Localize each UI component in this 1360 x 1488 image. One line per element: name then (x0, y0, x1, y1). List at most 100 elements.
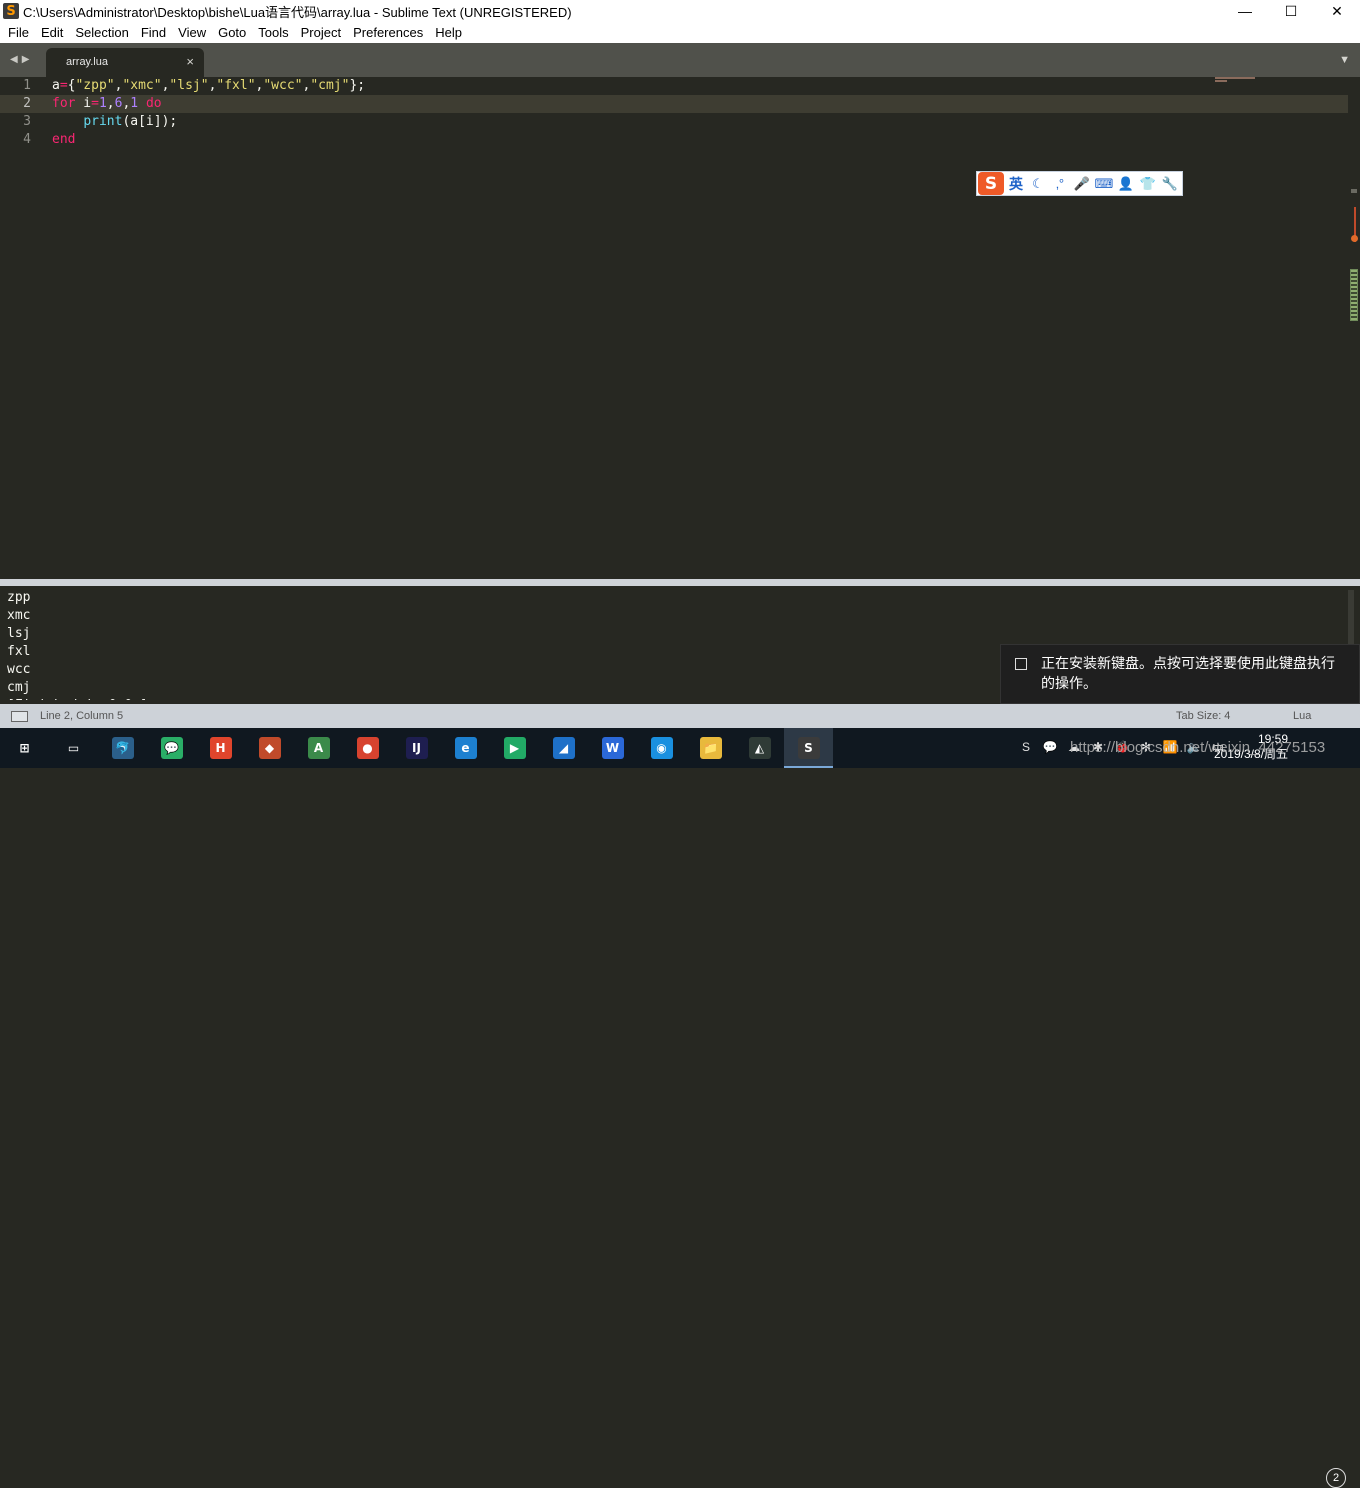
code-token: "fxl" (216, 78, 256, 93)
taskbar-slot[interactable]: ▭ (49, 728, 98, 768)
taskbar-slot[interactable]: 💬 (147, 728, 196, 768)
code-text[interactable]: end (52, 131, 75, 149)
taskbar-slot[interactable]: ◢ (539, 728, 588, 768)
code-token: a (52, 78, 60, 93)
watermark-text: https://blog.csdn.net/weixin_44275153 (1070, 739, 1326, 756)
code-token: end (52, 132, 76, 147)
sogou-logo-icon[interactable]: S (978, 172, 1004, 195)
menu-bar: File Edit Selection Find View Goto Tools… (0, 22, 1360, 43)
console-output-line: lsj (7, 626, 31, 641)
console-output-line: xmc (7, 608, 31, 623)
editor-scrollbar[interactable] (1348, 77, 1360, 579)
tab-array-lua[interactable]: array.lua × (46, 48, 204, 77)
taskbar-slot[interactable]: S (784, 728, 833, 768)
user-icon[interactable]: 👤 (1115, 176, 1137, 192)
code-token: for (52, 96, 76, 111)
menu-project[interactable]: Project (295, 25, 347, 40)
taskbar-slot[interactable]: ◉ (637, 728, 686, 768)
shirt-icon[interactable]: 👕 (1137, 176, 1159, 192)
close-button[interactable]: ✕ (1314, 0, 1360, 22)
taskbar-slot[interactable]: A (294, 728, 343, 768)
keyboard-icon[interactable]: ⌨ (1093, 176, 1115, 192)
window-title: C:\Users\Administrator\Desktop\bishe\Lua… (23, 4, 572, 20)
android-studio-dark-icon: ◭ (748, 737, 771, 759)
code-text[interactable]: print(a[i]); (52, 113, 177, 131)
menu-preferences[interactable]: Preferences (347, 25, 429, 40)
line-number: 2 (23, 96, 31, 111)
code-line[interactable]: 1 a={"zpp","xmc","lsj","fxl","wcc","cmj"}… (0, 77, 1348, 95)
wechat-icon: 💬 (160, 737, 183, 759)
keyboard-notice-icon (1015, 658, 1027, 670)
menu-selection[interactable]: Selection (69, 25, 134, 40)
ime-toolbar[interactable]: S 英 ☾ ‚° 🎤 ⌨ 👤 👕 🔧 (976, 171, 1183, 196)
chrome-icon: ● (356, 737, 379, 759)
code-text[interactable]: for i=1,6,1 do (52, 95, 162, 113)
menu-tools[interactable]: Tools (252, 25, 294, 40)
mic-icon[interactable]: 🎤 (1071, 176, 1093, 192)
punctuation-icon[interactable]: ‚° (1049, 176, 1071, 192)
cursor-position[interactable]: Line 2, Column 5 (40, 710, 123, 722)
tab-nav-right-icon[interactable]: ▶ (22, 54, 30, 65)
minimize-button[interactable]: — (1222, 0, 1268, 22)
line-number: 4 (23, 132, 31, 147)
tab-close-icon[interactable]: × (186, 54, 194, 69)
code-token: "wcc" (263, 78, 303, 93)
console-output-line: cmj (7, 680, 31, 695)
taskbar-slot[interactable]: W (588, 728, 637, 768)
tab-dropdown-icon[interactable]: ▼ (1339, 54, 1350, 66)
taskbar-slot[interactable]: ◭ (735, 728, 784, 768)
wps-icon: W (601, 737, 624, 759)
code-line[interactable]: 2 for i=1,6,1 do (0, 95, 1348, 113)
tray-icon[interactable]: 💬 (1038, 740, 1062, 757)
tab-bar: ◀ ▶ array.lua × ▼ (0, 43, 1360, 77)
taskbar-slot[interactable]: e (441, 728, 490, 768)
ie-icon: e (454, 737, 477, 759)
menu-edit[interactable]: Edit (35, 25, 69, 40)
code-token: do (145, 96, 162, 111)
git-icon: ◆ (258, 737, 281, 759)
code-token: "xmc" (122, 78, 162, 93)
menu-find[interactable]: Find (135, 25, 172, 40)
notification-center-icon[interactable]: 2 (1326, 1468, 1346, 1488)
syntax-mode[interactable]: Lua (1293, 710, 1311, 722)
code-text[interactable]: a={"zpp","xmc","lsj","fxl","wcc","cmj"}; (52, 77, 365, 95)
console-output-line: zpp (7, 590, 31, 605)
menu-view[interactable]: View (172, 25, 212, 40)
taskbar-slot[interactable]: ▶ (490, 728, 539, 768)
mysql-workbench-icon: 🐬 (111, 737, 134, 759)
maximize-button[interactable]: ☐ (1268, 0, 1314, 22)
panel-toggle-icon[interactable] (11, 711, 28, 722)
minimap[interactable] (1215, 77, 1255, 83)
code-token: , (106, 96, 115, 111)
code-editor[interactable]: 1 a={"zpp","xmc","lsj","fxl","wcc","cmj"}… (0, 77, 1360, 579)
tab-label: array.lua (66, 56, 108, 68)
tab-nav-left-icon[interactable]: ◀ (10, 54, 18, 65)
taskbar-slot[interactable]: IJ (392, 728, 441, 768)
code-token: "lsj" (169, 78, 209, 93)
code-token: = (59, 78, 68, 93)
menu-goto[interactable]: Goto (212, 25, 252, 40)
tray-icon[interactable]: S (1014, 740, 1038, 757)
code-token: }; (349, 78, 366, 93)
title-bar: S C:\Users\Administrator\Desktop\bishe\L… (0, 0, 1360, 22)
console-output-line: wcc (7, 662, 31, 677)
taskbar-slot[interactable]: ⊞ (0, 728, 49, 768)
code-token: 1 (130, 96, 139, 111)
code-line[interactable]: 3 print(a[i]); (0, 113, 1348, 131)
intellij-icon: IJ (405, 737, 428, 759)
keyboard-notification[interactable]: 正在安装新键盘。点按可选择要使用此键盘执行的操作。 (1000, 644, 1360, 704)
taskbar-slot[interactable]: 📁 (686, 728, 735, 768)
panel-splitter[interactable] (0, 579, 1360, 586)
menu-help[interactable]: Help (429, 25, 468, 40)
moon-icon[interactable]: ☾ (1027, 176, 1049, 192)
ime-lang-toggle[interactable]: 英 (1009, 174, 1023, 194)
wrench-icon[interactable]: 🔧 (1159, 176, 1181, 192)
taskbar-slot[interactable]: H (196, 728, 245, 768)
code-line[interactable]: 4 end (0, 131, 1348, 149)
taskbar-slot[interactable]: ◆ (245, 728, 294, 768)
tab-size[interactable]: Tab Size: 4 (1176, 710, 1230, 722)
menu-file[interactable]: File (2, 25, 35, 40)
scroll-thumb[interactable] (1350, 269, 1358, 321)
taskbar-slot[interactable]: ● (343, 728, 392, 768)
taskbar-slot[interactable]: 🐬 (98, 728, 147, 768)
